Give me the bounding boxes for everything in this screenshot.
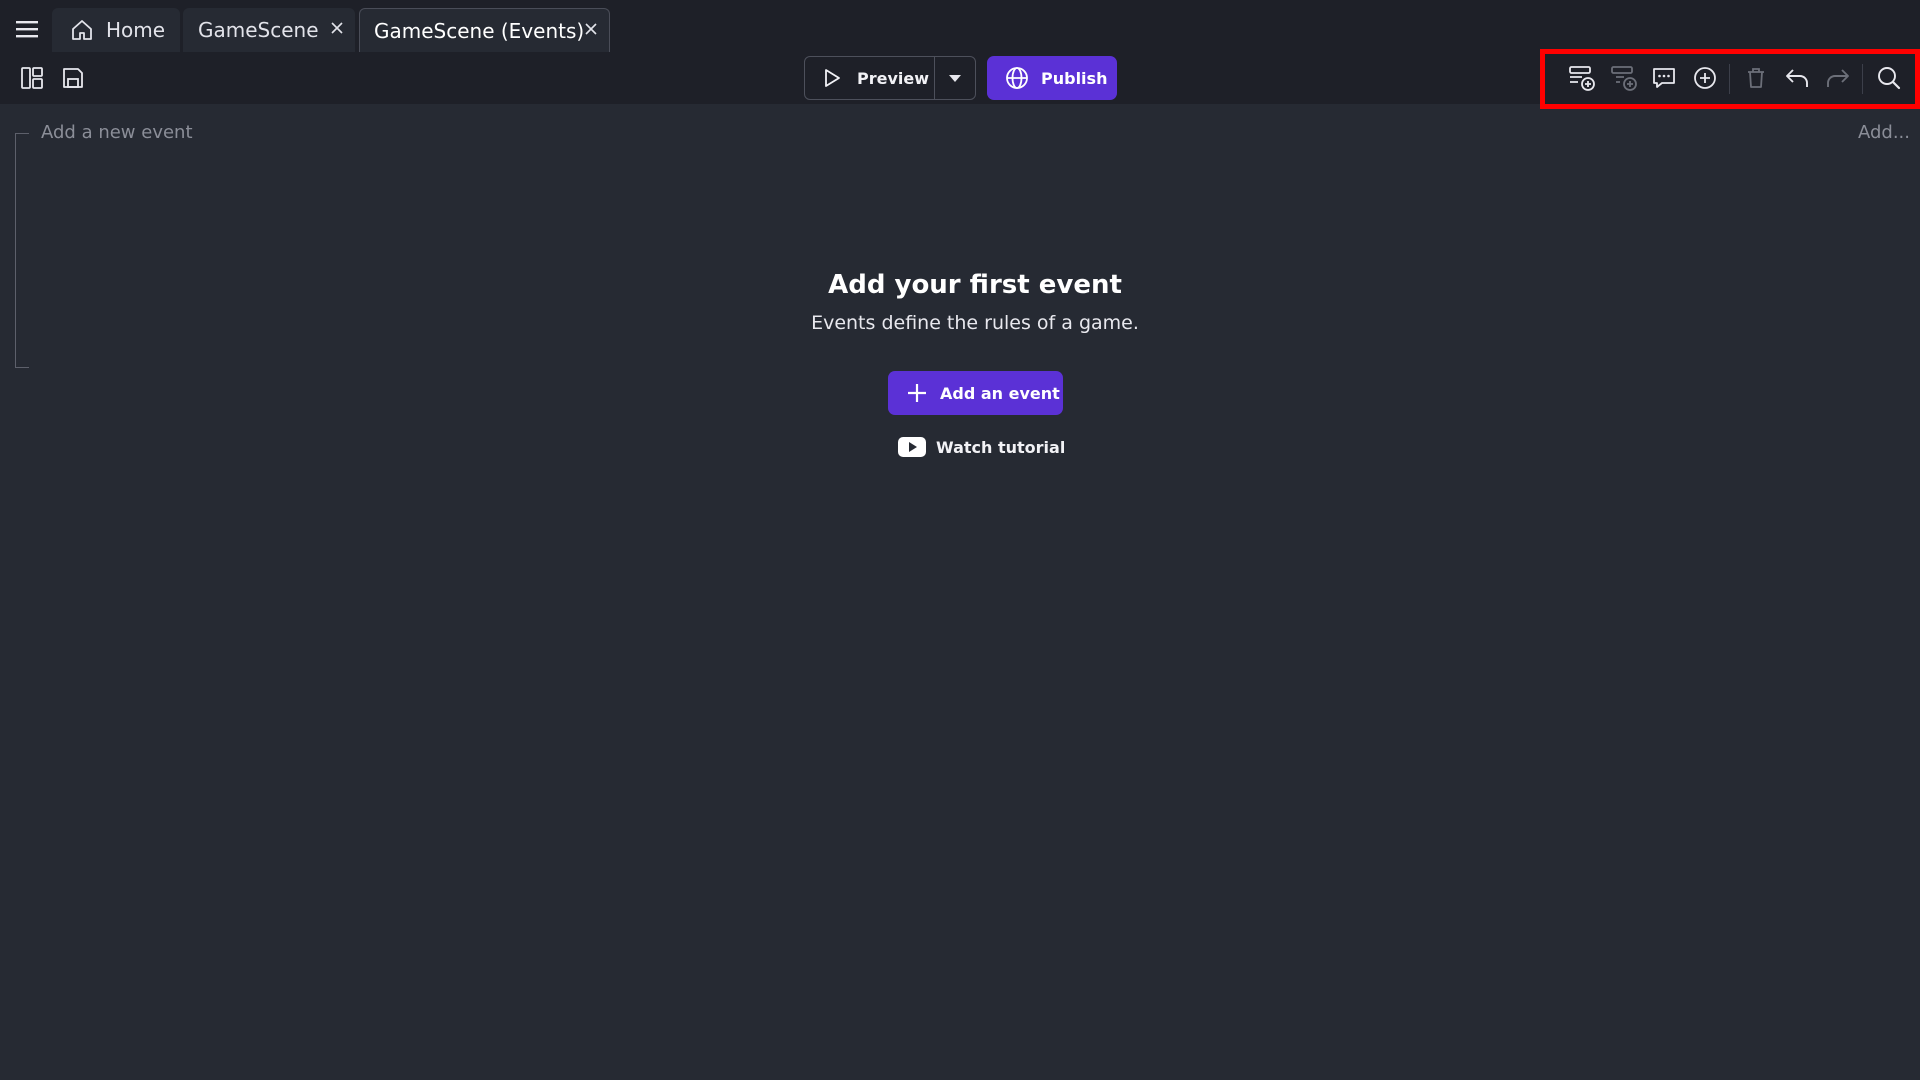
add-icon	[1694, 67, 1716, 89]
add-event-button[interactable]	[1562, 58, 1602, 98]
add-comment-button[interactable]	[1644, 58, 1684, 98]
globe-icon	[1006, 67, 1028, 89]
tab-home[interactable]: Home	[52, 8, 180, 52]
watch-tutorial-label: Watch tutorial	[936, 437, 1066, 457]
search-icon	[1878, 67, 1901, 90]
redo-button[interactable]	[1818, 58, 1858, 98]
preview-label: Preview	[857, 68, 930, 88]
tab-gamescene-events[interactable]: GameScene (Events)	[359, 8, 610, 52]
save-icon	[63, 68, 83, 88]
close-icon	[331, 22, 343, 34]
preview-options-button[interactable]	[935, 57, 975, 99]
panels-layout-button[interactable]	[12, 58, 52, 98]
add-menu-link[interactable]: Add...	[1858, 122, 1910, 143]
watch-tutorial-button[interactable]: Watch tutorial	[898, 432, 1065, 462]
search-button[interactable]	[1869, 58, 1909, 98]
preview-button-group: Preview	[804, 56, 976, 100]
chevron-down-icon	[949, 75, 962, 82]
layout-icon	[21, 67, 43, 89]
undo-button[interactable]	[1777, 58, 1817, 98]
tab-home-label: Home	[106, 18, 166, 42]
plus-icon	[908, 384, 926, 402]
close-icon	[585, 23, 597, 35]
close-tab-gamescene-button[interactable]	[327, 18, 347, 38]
add-an-event-button[interactable]: Add an event	[888, 371, 1063, 415]
toolbar-separator	[1729, 64, 1730, 94]
publish-button[interactable]: Publish	[987, 56, 1117, 100]
empty-state-subtitle: Events define the rules of a game.	[811, 312, 1139, 334]
save-button[interactable]	[53, 58, 93, 98]
add-sub-event-icon	[1611, 66, 1637, 91]
close-tab-gamescene-events-button[interactable]	[581, 19, 601, 39]
tab-gamescene-label: GameScene	[198, 18, 319, 42]
tab-gamescene-events-label: GameScene (Events)	[374, 18, 585, 43]
home-icon	[72, 20, 92, 40]
trash-icon	[1748, 68, 1764, 88]
youtube-icon	[898, 437, 926, 457]
redo-icon	[1827, 69, 1849, 87]
toolbar-separator	[1862, 64, 1863, 94]
add-new-event-link[interactable]: Add a new event	[41, 122, 193, 143]
add-instruction-button[interactable]	[1685, 58, 1725, 98]
tab-gamescene[interactable]: GameScene	[183, 8, 355, 52]
menu-button[interactable]	[8, 10, 46, 48]
hamburger-icon	[16, 21, 38, 38]
title-bar: Home GameScene GameScene (Events)	[0, 0, 1920, 52]
undo-icon	[1786, 69, 1808, 87]
add-an-event-label: Add an event	[940, 383, 1060, 403]
comment-icon	[1653, 68, 1675, 88]
publish-label: Publish	[1041, 68, 1108, 88]
add-sub-event-button[interactable]	[1604, 58, 1644, 98]
preview-button[interactable]: Preview	[805, 57, 936, 99]
play-icon	[825, 69, 840, 87]
empty-state-title: Add your first event	[828, 270, 1122, 300]
add-event-icon	[1569, 66, 1595, 91]
delete-button[interactable]	[1736, 58, 1776, 98]
